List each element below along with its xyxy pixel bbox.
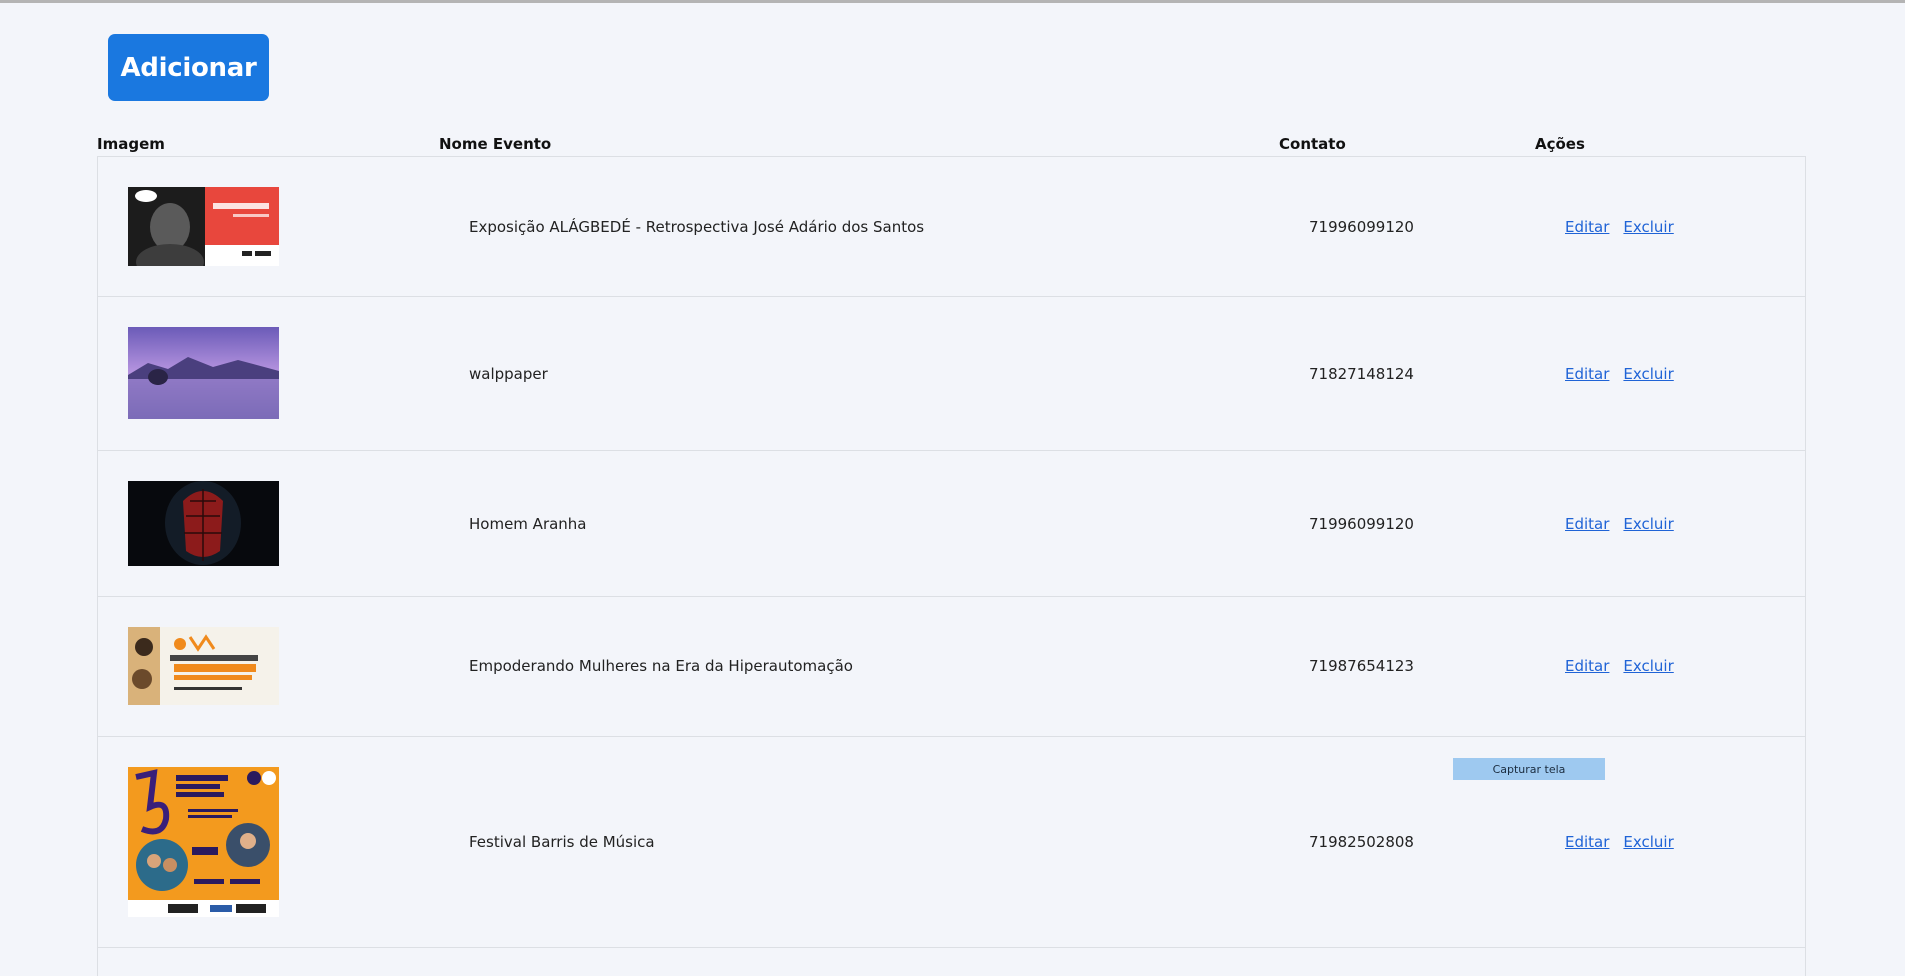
row-actions: Editar Excluir bbox=[1565, 365, 1688, 383]
header-event-name: Nome Evento bbox=[439, 135, 552, 153]
table-row: Homem Aranha 71996099120 Editar Excluir bbox=[98, 451, 1805, 597]
delete-link[interactable]: Excluir bbox=[1623, 657, 1673, 675]
header-image: Imagem bbox=[97, 135, 165, 153]
delete-link[interactable]: Excluir bbox=[1623, 515, 1673, 533]
edit-link[interactable]: Editar bbox=[1565, 657, 1609, 675]
event-image bbox=[128, 187, 279, 266]
event-image bbox=[128, 481, 279, 566]
add-button[interactable]: Adicionar bbox=[108, 34, 269, 101]
edit-link[interactable]: Editar bbox=[1565, 515, 1609, 533]
event-name: walppaper bbox=[469, 365, 548, 383]
event-contact: 71987654123 bbox=[1309, 657, 1414, 675]
table-row: Empoderando Mulheres na Era da Hiperauto… bbox=[98, 597, 1805, 737]
event-name: Exposição ALÁGBEDÉ - Retrospectiva José … bbox=[469, 218, 925, 236]
delete-link[interactable]: Excluir bbox=[1623, 218, 1673, 236]
delete-link[interactable]: Excluir bbox=[1623, 365, 1673, 383]
event-name: Empoderando Mulheres na Era da Hiperauto… bbox=[469, 657, 853, 675]
row-actions: Editar Excluir bbox=[1565, 218, 1688, 236]
event-contact: 71982502808 bbox=[1309, 833, 1414, 851]
event-image bbox=[128, 767, 279, 917]
event-image bbox=[128, 327, 279, 419]
row-actions: Editar Excluir bbox=[1565, 833, 1688, 851]
event-name: Festival Barris de Música bbox=[469, 833, 655, 851]
top-divider bbox=[0, 0, 1905, 3]
event-image bbox=[128, 627, 279, 705]
event-contact: 71996099120 bbox=[1309, 515, 1414, 533]
edit-link[interactable]: Editar bbox=[1565, 833, 1609, 851]
edit-link[interactable]: Editar bbox=[1565, 365, 1609, 383]
edit-link[interactable]: Editar bbox=[1565, 218, 1609, 236]
capture-screen-button[interactable]: Capturar tela bbox=[1453, 758, 1605, 780]
delete-link[interactable]: Excluir bbox=[1623, 833, 1673, 851]
header-contact: Contato bbox=[1279, 135, 1346, 153]
event-name: Homem Aranha bbox=[469, 515, 587, 533]
table-row: walppaper 71827148124 Editar Excluir bbox=[98, 297, 1805, 451]
row-actions: Editar Excluir bbox=[1565, 515, 1688, 533]
event-contact: 71827148124 bbox=[1309, 365, 1414, 383]
table-row: Exposição ALÁGBEDÉ - Retrospectiva José … bbox=[98, 157, 1805, 297]
header-actions: Ações bbox=[1535, 135, 1585, 153]
events-table: Exposição ALÁGBEDÉ - Retrospectiva José … bbox=[97, 156, 1806, 976]
event-contact: 71996099120 bbox=[1309, 218, 1414, 236]
row-actions: Editar Excluir bbox=[1565, 657, 1688, 675]
